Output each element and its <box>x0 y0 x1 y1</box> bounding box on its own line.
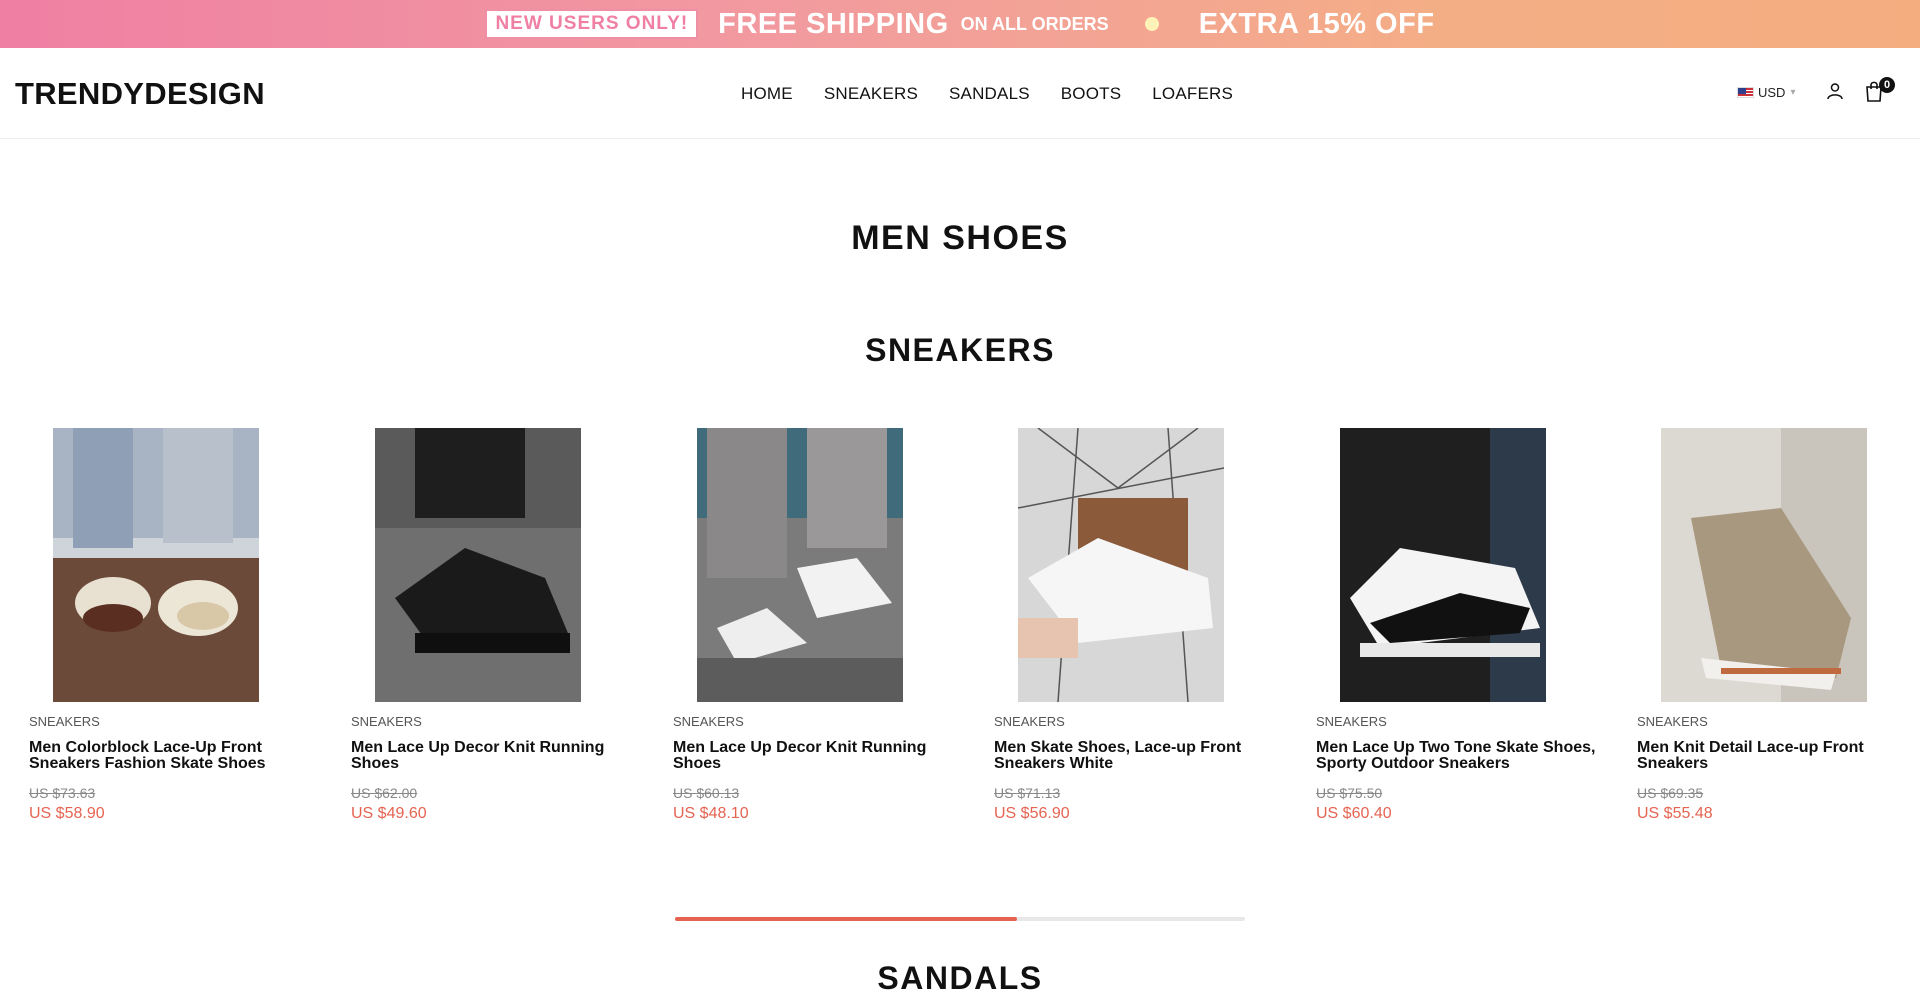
product-price: US $58.90 <box>29 805 105 822</box>
product-old-price: US $73.63 <box>29 785 96 801</box>
cart-count-badge: 0 <box>1879 77 1895 93</box>
currency-label: USD <box>1758 85 1786 100</box>
separator-dot <box>1144 17 1159 31</box>
us-flag-icon <box>1737 87 1754 98</box>
extra-off-text: EXTRA 15% OFF <box>1198 7 1435 40</box>
currency-selector[interactable]: USD ▾ <box>1737 85 1795 100</box>
product-price: US $48.10 <box>673 805 749 822</box>
user-icon[interactable] <box>1826 82 1844 100</box>
product-image[interactable] <box>697 428 903 702</box>
product-name[interactable]: Men Skate Shoes, Lace-up Front Sneakers … <box>994 740 1294 772</box>
product-old-price: US $60.13 <box>673 785 740 801</box>
product-old-price: US $62.00 <box>351 785 418 801</box>
product-image[interactable] <box>375 428 581 702</box>
product-name[interactable]: Men Lace Up Decor Knit Running Shoes <box>351 740 651 772</box>
product-image[interactable] <box>1340 428 1546 702</box>
product-image[interactable] <box>53 428 259 702</box>
product-category: SNEAKERS <box>1316 714 1387 729</box>
product-category: SNEAKERS <box>994 714 1065 729</box>
product-price: US $55.48 <box>1637 805 1713 822</box>
nav-item-sandals[interactable]: SANDALS <box>949 84 1030 104</box>
product-old-price: US $71.13 <box>994 785 1061 801</box>
chevron-down-icon: ▾ <box>1790 87 1796 98</box>
nav-item-boots[interactable]: BOOTS <box>1061 84 1122 104</box>
product-old-price: US $69.35 <box>1637 785 1704 801</box>
nav-item-home[interactable]: HOME <box>741 84 793 104</box>
section-title-sneakers[interactable]: SNEAKERS <box>0 332 1920 369</box>
carousel-scrollbar-thumb[interactable] <box>675 917 1017 921</box>
product-image[interactable] <box>1661 428 1867 702</box>
product-price: US $56.90 <box>994 805 1070 822</box>
nav-item-loafers[interactable]: LOAFERS <box>1152 84 1233 104</box>
new-users-badge: NEW USERS ONLY! <box>485 9 699 39</box>
product-name[interactable]: Men Lace Up Decor Knit Running Shoes <box>673 740 973 772</box>
free-shipping-text: FREE SHIPPING <box>718 7 949 40</box>
product-price: US $60.40 <box>1316 805 1392 822</box>
main-nav: HOME SNEAKERS SANDALS BOOTS LOAFERS <box>741 84 1264 104</box>
page-title: MEN SHOES <box>851 219 1069 257</box>
product-category: SNEAKERS <box>29 714 100 729</box>
site-header: TRENDYDESIGN HOME SNEAKERS SANDALS BOOTS… <box>0 48 1920 139</box>
promo-banner[interactable]: NEW USERS ONLY! FREE SHIPPING ON ALL ORD… <box>0 0 1920 48</box>
product-image[interactable] <box>1018 428 1224 702</box>
product-category: SNEAKERS <box>1637 714 1708 729</box>
product-price: US $49.60 <box>351 805 427 822</box>
product-name[interactable]: Men Colorblock Lace-Up Front Sneakers Fa… <box>29 740 329 772</box>
site-logo[interactable]: TRENDYDESIGN <box>15 76 265 112</box>
product-old-price: US $75.50 <box>1316 785 1383 801</box>
nav-item-sneakers[interactable]: SNEAKERS <box>824 84 918 104</box>
carousel-scrollbar[interactable] <box>675 917 1245 921</box>
product-category: SNEAKERS <box>351 714 422 729</box>
product-name[interactable]: Men Lace Up Two Tone Skate Shoes, Sporty… <box>1316 740 1616 772</box>
all-orders-text: ON ALL ORDERS <box>960 13 1109 34</box>
section-title-sandals[interactable]: SANDALS <box>0 960 1920 993</box>
product-name[interactable]: Men Knit Detail Lace-up Front Sneakers <box>1637 740 1920 772</box>
product-category: SNEAKERS <box>673 714 744 729</box>
